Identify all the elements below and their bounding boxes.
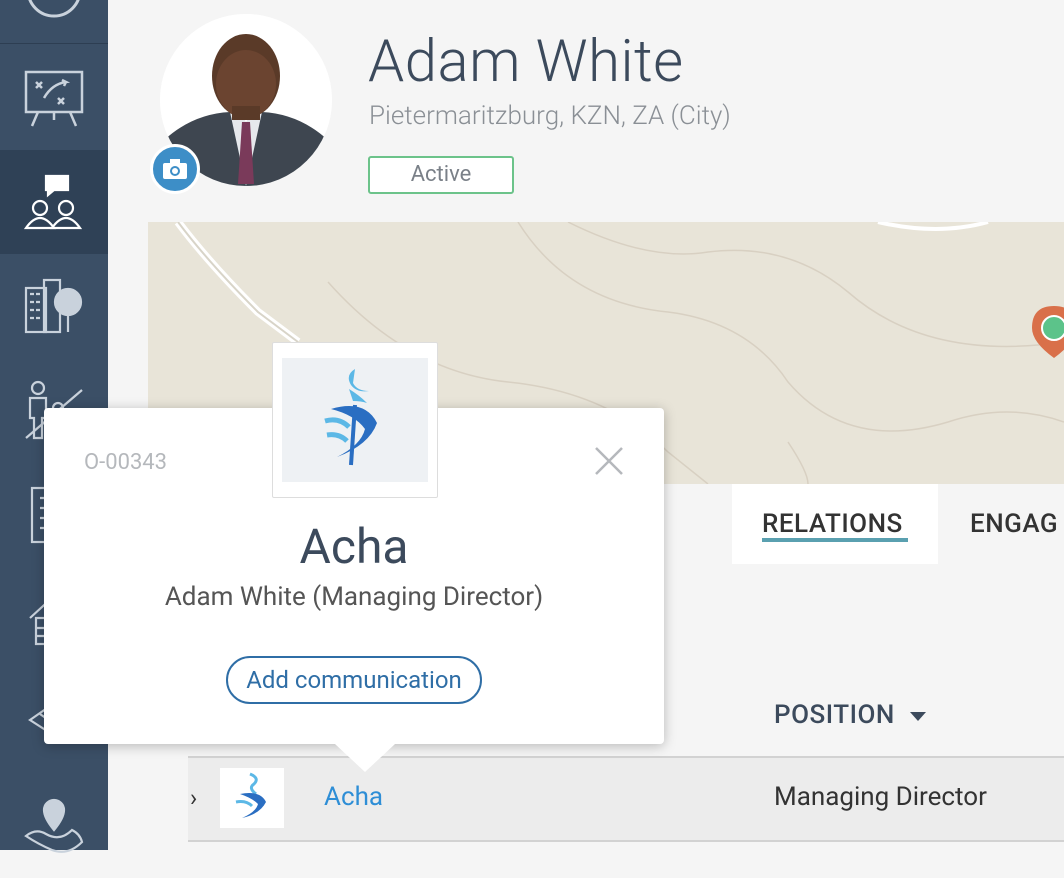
- change-photo-button[interactable]: [150, 144, 200, 194]
- table-row[interactable]: › Acha Managing Director: [188, 756, 1064, 842]
- popup-subtitle: Adam White (Managing Director): [164, 582, 544, 612]
- organization-logo: [272, 342, 438, 498]
- contacts-chat-icon[interactable]: [0, 150, 108, 254]
- profile-header: Adam White Pietermaritzburg, KZN, ZA (Ci…: [108, 0, 1064, 222]
- tab-engagements[interactable]: ENGAG: [970, 484, 1058, 564]
- active-tab-indicator: [762, 538, 908, 542]
- organization-id: O-00343: [84, 450, 168, 475]
- strategy-board-icon[interactable]: [0, 46, 108, 150]
- organization-logo: [220, 768, 284, 828]
- city-buildings-icon[interactable]: [0, 254, 108, 358]
- organization-popup: O-00343 Acha Adam White (Managing Direct…: [44, 342, 664, 772]
- tab-relations-label: RELATIONS: [762, 509, 903, 539]
- sort-caret-icon[interactable]: [910, 712, 926, 721]
- avatar[interactable]: [150, 14, 332, 194]
- camera-icon: [163, 159, 187, 179]
- popup-title: Acha: [299, 518, 409, 575]
- popup-pointer: [335, 744, 395, 772]
- status-badge: Active: [368, 156, 514, 194]
- add-communication-button[interactable]: Add communication: [226, 656, 482, 704]
- close-icon[interactable]: [592, 444, 626, 478]
- row-organization-link[interactable]: Acha: [324, 782, 383, 812]
- row-position: Managing Director: [774, 782, 987, 812]
- tab-relations[interactable]: RELATIONS: [732, 484, 938, 564]
- map-region-icon[interactable]: [0, 774, 108, 878]
- expand-chevron-icon[interactable]: ›: [190, 784, 197, 812]
- profile-name: Adam White: [368, 28, 684, 96]
- column-header-position[interactable]: POSITION: [774, 700, 895, 730]
- compass-icon[interactable]: [0, 0, 108, 42]
- profile-location: Pietermaritzburg, KZN, ZA (City): [369, 101, 731, 131]
